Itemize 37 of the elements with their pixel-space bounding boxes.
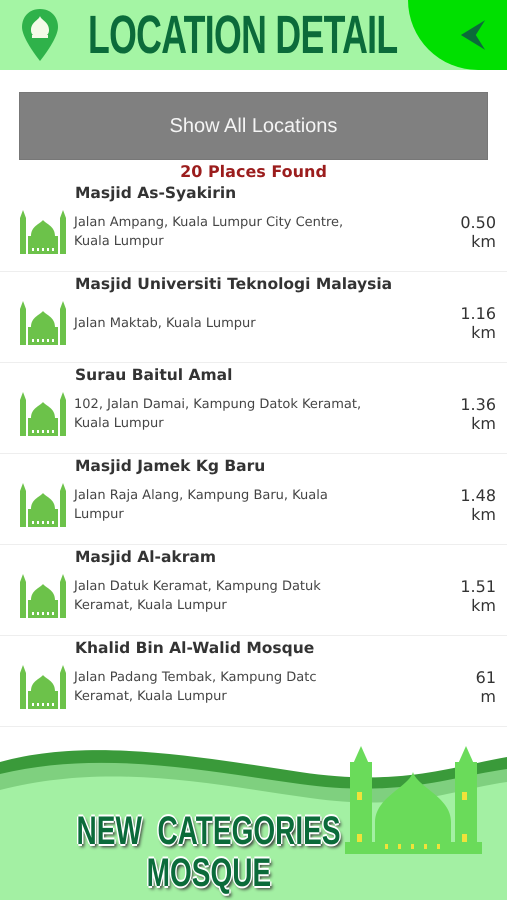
mosque-icon xyxy=(18,390,68,438)
place-name: Masjid Al-akram xyxy=(75,548,217,566)
place-distance: 1.36 km xyxy=(460,395,496,433)
mosque-icon xyxy=(18,299,68,347)
place-row[interactable]: Masjid Al-akram Jalan Datuk Keramat, Kampung Datuk Keramat, Kuala Lumpur 1.51 km xyxy=(0,545,507,636)
promo-text: MOSQUE xyxy=(146,852,271,894)
place-name: Masjid Jamek Kg Baru xyxy=(75,457,266,475)
place-address: Jalan Datuk Keramat, Kampung Datuk Keramat, Kuala Lumpur xyxy=(74,578,322,615)
promo-text: NEW CATEGORIES xyxy=(76,810,340,852)
place-address: Jalan Padang Tembak, Kampung Datc Keramat, Kuala Lumpur xyxy=(74,669,318,706)
place-row[interactable]: Surau Baitul Amal 102, Jalan Damai, Kampung Datok Keramat, Kuala Lumpur 1.36 km xyxy=(0,363,507,454)
place-address: Jalan Ampang, Kuala Lumpur City Centre, Kuala Lumpur xyxy=(74,214,344,251)
place-name: Masjid Universiti Teknologi Malaysia xyxy=(75,275,394,293)
back-button[interactable] xyxy=(408,0,507,70)
place-row[interactable]: Masjid Jamek Kg Baru Jalan Raja Alang, Kampung Baru, Kuala Lumpur 1.48 km xyxy=(0,454,507,545)
mosque-icon xyxy=(18,481,68,529)
mosque-icon xyxy=(18,663,68,711)
mosque-icon xyxy=(18,208,68,256)
screen-title: LOCATION DETAIL xyxy=(88,4,398,66)
place-address: Jalan Raja Alang, Kampung Baru, Kuala Lumpur xyxy=(74,487,329,524)
show-all-locations-button[interactable]: Show All Locations xyxy=(19,92,488,160)
place-name: Surau Baitul Amal xyxy=(75,366,234,384)
place-distance: 1.16 km xyxy=(460,304,496,342)
results-count: 20 Places Found xyxy=(179,162,328,181)
place-row[interactable]: Masjid Universiti Teknologi Malaysia Jalan Maktab, Kuala Lumpur 1.16 km xyxy=(0,272,507,363)
mosque-pin-icon xyxy=(20,7,60,63)
place-address: Jalan Maktab, Kuala Lumpur xyxy=(74,314,257,332)
mosque-icon xyxy=(18,572,68,620)
place-row[interactable]: Khalid Bin Al-Walid Mosque Jalan Padang Tembak, Kampung Datc Keramat, Kuala Lumpur 61 m xyxy=(0,636,507,727)
place-name: Khalid Bin Al-Walid Mosque xyxy=(75,639,316,657)
place-row[interactable]: Masjid As-Syakirin Jalan Ampang, Kuala Lumpur City Centre, Kuala Lumpur 0.50 km xyxy=(0,181,507,272)
place-distance: 1.48 km xyxy=(460,486,496,524)
place-distance: 61 m xyxy=(476,668,496,706)
place-distance: 1.51 km xyxy=(460,577,496,615)
place-distance: 0.50 km xyxy=(460,213,496,251)
place-name: Masjid As-Syakirin xyxy=(75,184,238,202)
place-address: 102, Jalan Damai, Kampung Datok Keramat, Kuala Lumpur xyxy=(74,396,362,433)
